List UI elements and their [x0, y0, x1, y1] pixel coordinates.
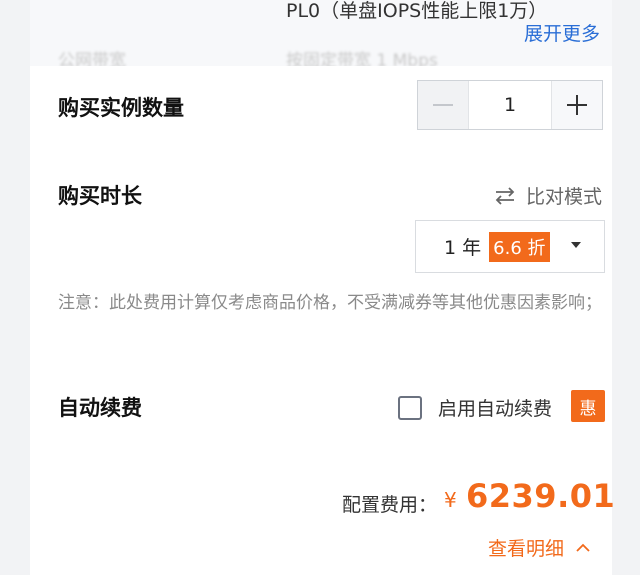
- minus-icon: [433, 104, 453, 106]
- discount-hui-badge: 惠: [571, 390, 605, 422]
- quantity-stepper[interactable]: 1: [417, 80, 603, 130]
- plus-icon: [567, 95, 587, 115]
- fee-value: 6239.01: [466, 477, 616, 515]
- decrement-button[interactable]: [418, 81, 469, 129]
- compare-mode-toggle[interactable]: 比对模式: [494, 182, 602, 209]
- swap-arrows-icon: [495, 186, 515, 205]
- duration-label: 购买时长: [58, 184, 142, 208]
- view-details-label: 查看明细: [488, 538, 565, 560]
- view-details-link[interactable]: 查看明细: [488, 534, 590, 561]
- price-footer: 配置费用： ¥ 6239.01 查看明细: [30, 450, 616, 575]
- increment-button[interactable]: [551, 81, 602, 129]
- compare-mode-label: 比对模式: [526, 186, 603, 208]
- pricing-note: 注意：此处费用计算仅考虑商品价格，不受满减券等其他优惠因素影响；: [58, 293, 602, 313]
- duration-select[interactable]: 1 年 6.6 折: [415, 220, 605, 273]
- auto-renew-label: 自动续费: [58, 396, 142, 420]
- quantity-value[interactable]: 1: [469, 81, 551, 129]
- fee-label: 配置费用：: [342, 494, 438, 516]
- expand-more-link[interactable]: 展开更多: [524, 19, 600, 46]
- auto-renew-row: 自动续费 启用自动续费 惠: [30, 390, 612, 432]
- auto-renew-checkbox-label[interactable]: 启用自动续费: [438, 394, 552, 421]
- previous-section: PL0（单盘IOPS性能上限1万） 公网带宽 按固定带宽 1 Mbps 展开更多: [30, 0, 612, 66]
- quantity-label: 购买实例数量: [58, 96, 184, 120]
- chevron-up-icon: [576, 543, 590, 552]
- currency-symbol: ¥: [444, 488, 457, 512]
- disk-spec-text: PL0（单盘IOPS性能上限1万）: [286, 0, 548, 22]
- duration-selected-value: 1 年: [444, 237, 482, 259]
- caret-down-icon: [571, 242, 581, 248]
- purchase-options-panel: 购买实例数量 1 购买时长 比对模式 1 年 6.6 折 注意：此处费用计算仅考…: [30, 66, 612, 450]
- bandwidth-value-faded: 按固定带宽 1 Mbps: [286, 51, 438, 66]
- auto-renew-checkbox[interactable]: [398, 396, 422, 420]
- discount-badge: 6.6 折: [489, 231, 550, 262]
- bandwidth-label-faded: 公网带宽: [58, 51, 126, 66]
